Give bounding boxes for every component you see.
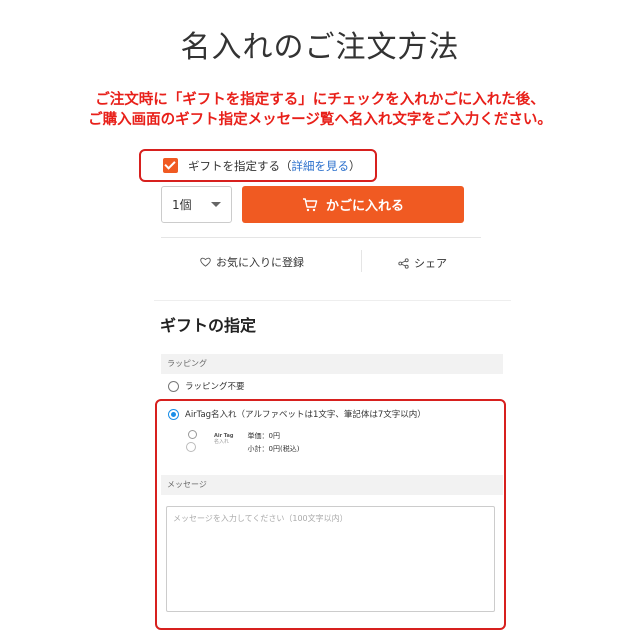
gift-label-close: ） [349,158,361,173]
page-title: 名入れのご注文方法 [180,30,460,65]
chevron-down-icon [211,202,221,207]
gift-checkbox[interactable] [163,158,178,173]
instruction-line-1: ご注文時に「ギフトを指定する」にチェックを入れかごに入れた後、 [95,92,545,108]
cart-icon [302,197,318,212]
radio-icon[interactable] [168,380,179,392]
wrapping-section-header: ラッピング [161,354,503,374]
divider-vertical [361,250,362,272]
share-button[interactable]: シェア [398,255,447,271]
share-label: シェア [414,257,447,270]
quantity-value: 1個 [172,198,192,212]
engraving-highlight [155,399,506,630]
heart-icon [200,257,211,267]
radio-no-wrapping[interactable]: ラッピング不要 [168,380,245,392]
add-to-cart-label: かごに入れる [325,199,404,214]
gift-option-highlight: ギフトを指定する（ 詳細を見る） [139,149,377,182]
share-icon [398,257,409,269]
gift-panel-title: ギフトの指定 [160,316,257,335]
gift-details-link[interactable]: 詳細を見る [292,158,350,174]
divider [161,237,481,238]
quantity-select[interactable]: 1個 [161,186,232,223]
instruction-line-2: ご購入画面のギフト指定メッセージ覧へ名入れ文字をご入力ください。 [88,112,552,128]
favorite-button[interactable]: お気に入りに登録 [200,254,304,270]
gift-checkbox-label[interactable]: ギフトを指定する（ [188,158,292,174]
favorite-label: お気に入りに登録 [216,256,304,269]
radio-no-wrapping-label: ラッピング不要 [185,382,245,392]
add-to-cart-button[interactable]: かごに入れる [242,186,464,223]
